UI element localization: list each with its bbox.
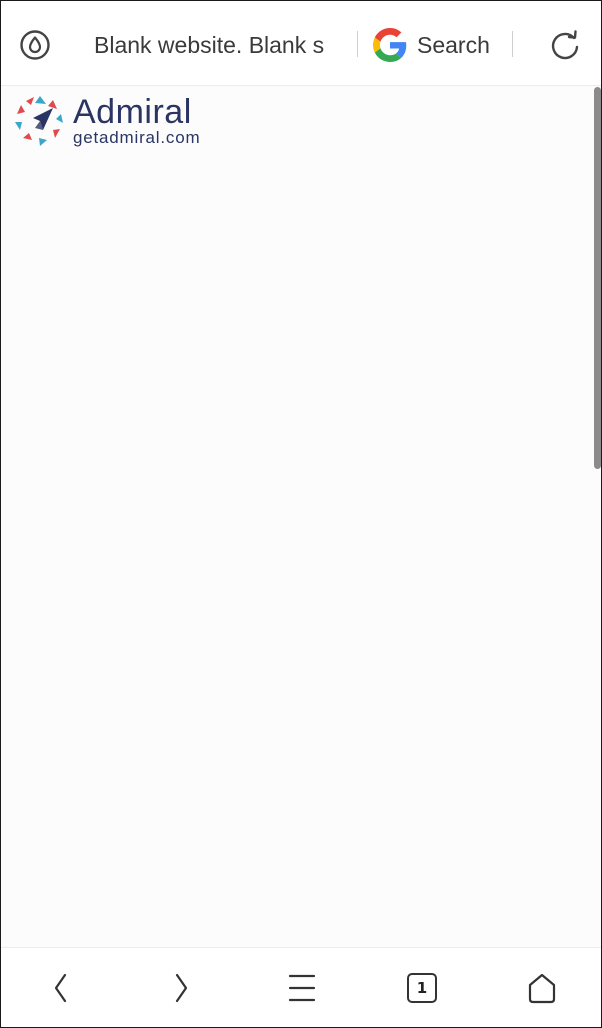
tabs-button[interactable]: 1 [400,968,444,1008]
ad-block-button[interactable] [15,25,55,65]
page-title[interactable]: Blank website. Blank s [94,30,342,60]
hamburger-menu-icon [288,974,316,1002]
admiral-logo-icon [15,96,63,146]
browser-window: Blank website. Blank s Search Admiral ge… [0,0,602,1028]
chevron-right-icon [175,973,188,1003]
home-icon [528,973,556,1004]
tabs-icon: 1 [407,973,437,1003]
page-content: Admiral getadmiral.com [1,87,601,947]
logo-text: Admiral getadmiral.com [73,95,200,147]
reload-icon [551,30,579,60]
address-divider [357,31,358,57]
admiral-logo[interactable]: Admiral getadmiral.com [13,93,213,149]
home-button[interactable] [520,968,564,1008]
forward-button[interactable] [159,968,203,1008]
search-button[interactable]: Search [373,25,503,65]
ad-block-shield-icon [20,30,50,60]
address-bar: Blank website. Blank s Search [1,1,601,86]
logo-brand: Admiral [73,93,192,131]
logo-domain: getadmiral.com [73,128,201,147]
menu-button[interactable] [280,968,324,1008]
search-label: Search [417,32,490,58]
google-icon [373,28,407,62]
bottom-nav-bar: 1 [1,947,601,1027]
scrollbar-thumb[interactable] [594,87,601,469]
chevron-left-icon [54,973,67,1003]
address-divider [512,31,513,57]
back-button[interactable] [39,968,83,1008]
reload-button[interactable] [545,25,585,65]
